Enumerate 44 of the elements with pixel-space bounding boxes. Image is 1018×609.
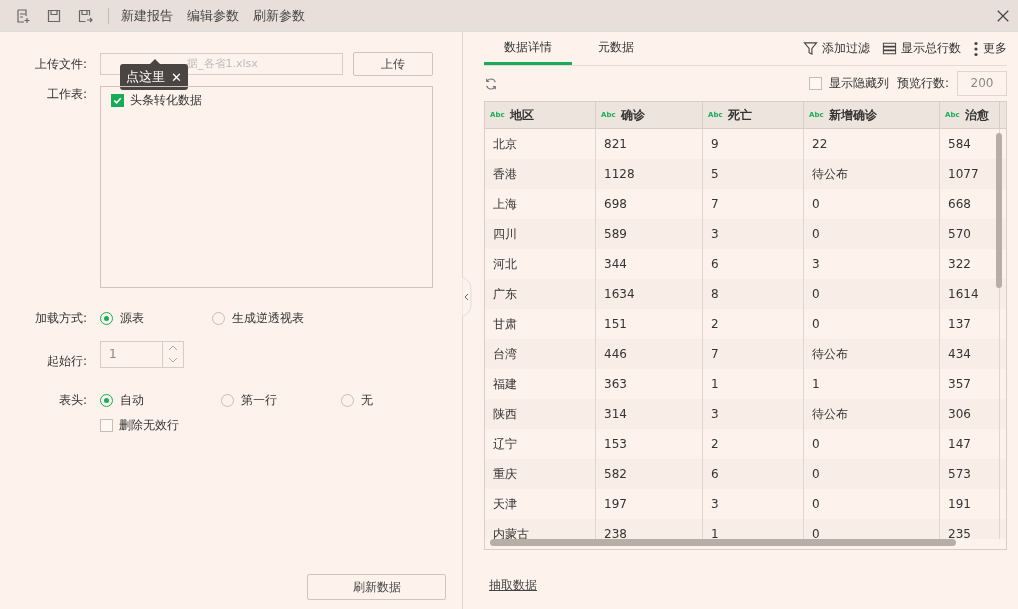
tab[interactable]: 元数据 <box>572 32 660 65</box>
checkbox[interactable] <box>111 94 124 107</box>
column-name: 确诊 <box>620 106 645 124</box>
rows-icon <box>882 41 897 56</box>
field-label: 加载方式: <box>33 310 88 327</box>
column-name: 治愈 <box>964 106 989 124</box>
horizontal-scrollbar[interactable] <box>490 539 956 546</box>
upload-button[interactable]: 上传 <box>353 52 433 76</box>
preview-rows-label: 预览行数: <box>896 75 949 92</box>
field-label: 上传文件: <box>33 55 88 73</box>
toolbar-button[interactable]: 刷新参数 <box>253 6 305 25</box>
add-filter-button[interactable]: 添加过滤 <box>803 40 870 57</box>
field-label: 表头: <box>57 392 88 409</box>
save-icon[interactable] <box>46 7 62 24</box>
save-as-icon[interactable] <box>77 7 93 24</box>
checkbox-label: 删除无效行 <box>119 417 179 434</box>
extract-data-link[interactable]: 抽取数据 <box>489 578 537 592</box>
radio-label: 自动 <box>120 392 144 409</box>
checkbox-label: 显示隐藏列 <box>828 75 889 92</box>
more-icon <box>973 40 979 57</box>
collapse-handle-icon[interactable] <box>462 277 472 317</box>
filter-icon <box>803 41 818 56</box>
column-name: 新增确诊 <box>828 106 877 124</box>
column-name: 地区 <box>509 106 534 124</box>
show-row-count-button[interactable]: 显示总行数 <box>882 40 961 57</box>
more-button[interactable]: 更多 <box>973 40 1007 57</box>
refresh-data-button[interactable]: 刷新数据 <box>307 574 446 600</box>
close-icon[interactable] <box>996 8 1010 23</box>
radio-label: 第一行 <box>240 392 277 409</box>
vertical-scrollbar[interactable] <box>996 133 1002 288</box>
field-label: 起始行: <box>45 353 88 370</box>
radio-label: 生成逆透视表 <box>232 310 304 327</box>
checkbox[interactable] <box>100 419 113 432</box>
toolbar-button[interactable]: 新建报告 <box>121 6 173 25</box>
radio-label: 源表 <box>120 310 144 327</box>
tab[interactable]: 数据详情 <box>484 32 572 65</box>
radio-label: 无 <box>361 392 374 409</box>
checkbox[interactable] <box>808 77 822 90</box>
column-name: 死亡 <box>727 106 752 124</box>
sheet-name[interactable]: 头条转化数据 <box>130 92 202 109</box>
new-file-icon[interactable] <box>15 7 31 24</box>
toolbar-button[interactable]: 编辑参数 <box>187 6 239 25</box>
refresh-icon[interactable] <box>484 76 498 91</box>
field-label: 工作表: <box>45 86 88 103</box>
